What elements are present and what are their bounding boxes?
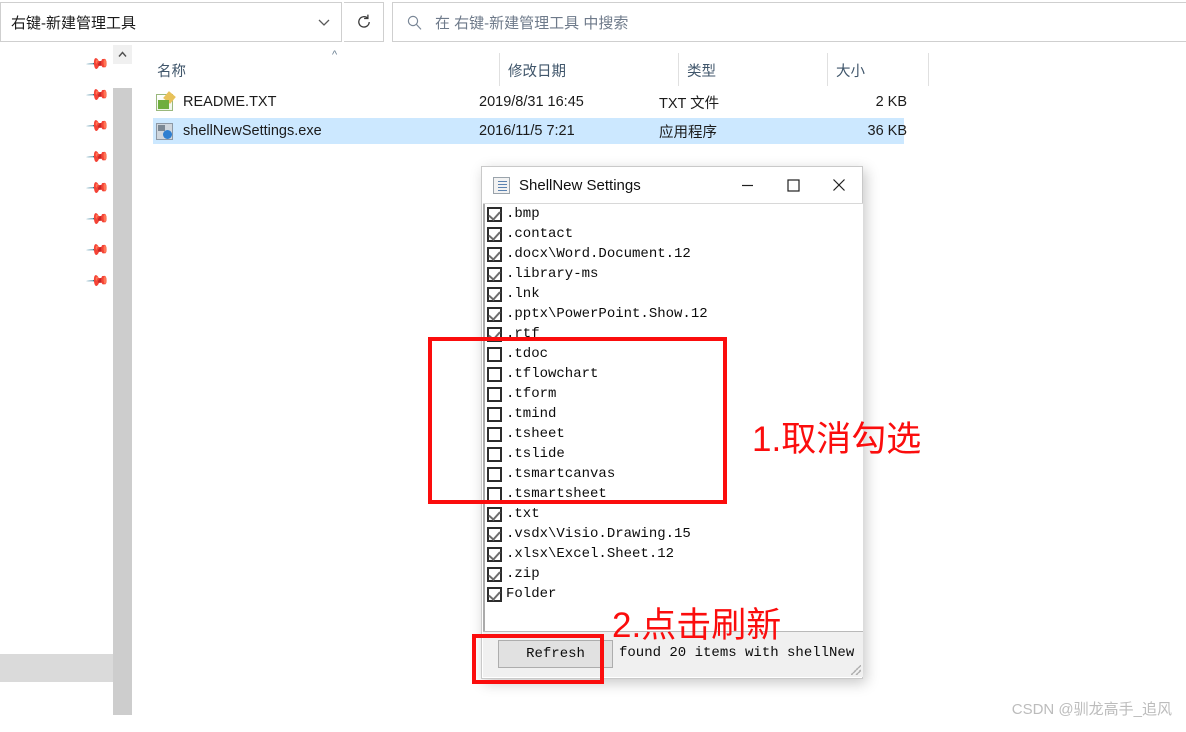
list-item-label: .bmp — [506, 206, 540, 222]
list-item[interactable]: .zip — [483, 564, 863, 584]
list-item-label: .xlsx\Excel.Sheet.12 — [506, 546, 675, 562]
file-date: 2016/11/5 7:21 — [479, 123, 575, 139]
file-type: 应用程序 — [659, 124, 717, 141]
shellnew-app-icon — [493, 176, 510, 194]
column-divider[interactable] — [928, 53, 929, 86]
watermark: CSDN @驯龙高手_追风 — [1011, 701, 1172, 718]
sort-ascending-icon: ^ — [332, 49, 338, 61]
column-header-date[interactable]: 修改日期 — [508, 60, 566, 81]
checkbox[interactable] — [487, 286, 502, 302]
list-item[interactable]: .txt — [483, 504, 863, 524]
checkbox[interactable] — [487, 526, 502, 542]
pin-icon[interactable]: 📌 — [85, 176, 110, 201]
list-item[interactable]: .lnk — [483, 284, 863, 304]
search-input[interactable]: 在 右键-新建管理工具 中搜索 — [392, 2, 1186, 42]
list-item[interactable]: .bmp — [483, 204, 863, 224]
close-icon[interactable] — [816, 167, 862, 203]
address-bar-text: 右键-新建管理工具 — [11, 14, 136, 32]
pin-icon[interactable]: 📌 — [85, 114, 110, 139]
list-item[interactable]: .xlsx\Excel.Sheet.12 — [483, 544, 863, 564]
list-item-label: Folder — [506, 586, 557, 602]
file-date: 2019/8/31 16:45 — [479, 94, 584, 110]
search-icon — [393, 3, 435, 41]
checkbox[interactable] — [487, 506, 502, 522]
annotation-label-step2: 2.点击刷新 — [612, 606, 782, 645]
column-divider[interactable] — [827, 53, 828, 86]
checkbox[interactable] — [487, 206, 502, 222]
column-header-name[interactable]: 名称 — [157, 60, 186, 81]
list-item-label: .docx\Word.Document.12 — [506, 246, 691, 262]
checkbox[interactable] — [487, 226, 502, 242]
column-divider[interactable] — [678, 53, 679, 86]
pin-icon[interactable]: 📌 — [85, 238, 110, 263]
nav-pane-scrollbar[interactable] — [113, 45, 132, 732]
list-item-label: .txt — [506, 506, 540, 522]
column-header-row: ^ 名称 修改日期 类型 大小 — [153, 49, 929, 86]
chevron-up-icon[interactable] — [113, 45, 132, 64]
refresh-icon[interactable] — [344, 2, 384, 42]
nav-pane-highlight-band — [0, 654, 113, 682]
address-bar[interactable]: 右键-新建管理工具 — [0, 2, 342, 42]
explorer-toolbar: 右键-新建管理工具 在 右键-新建管理工具 中搜索 — [0, 0, 1186, 44]
list-item-label: .pptx\PowerPoint.Show.12 — [506, 306, 708, 322]
checkbox[interactable] — [487, 566, 502, 582]
checkbox[interactable] — [487, 266, 502, 282]
pin-icon[interactable]: 📌 — [85, 207, 110, 232]
scrollbar-thumb[interactable] — [113, 88, 132, 715]
list-item[interactable]: .docx\Word.Document.12 — [483, 244, 863, 264]
checkbox[interactable] — [487, 246, 502, 262]
annotation-box-uncheck — [428, 337, 727, 504]
dialog-titlebar[interactable]: ShellNew Settings — [482, 167, 862, 203]
list-item-label: .contact — [506, 226, 574, 242]
file-size: 2 KB — [875, 94, 907, 110]
list-item[interactable]: .contact — [483, 224, 863, 244]
file-name: README.TXT — [183, 94, 277, 110]
column-divider[interactable] — [499, 53, 500, 86]
list-item-label: .vsdx\Visio.Drawing.15 — [506, 526, 691, 542]
resize-grip[interactable] — [851, 665, 861, 675]
pin-icon[interactable]: 📌 — [85, 145, 110, 170]
annotation-box-refresh — [472, 634, 604, 684]
list-item-label: .library-ms — [506, 266, 599, 282]
checkbox[interactable] — [487, 586, 502, 602]
pin-icon[interactable]: 📌 — [85, 269, 110, 294]
checkbox[interactable] — [487, 306, 502, 322]
column-header-size[interactable]: 大小 — [836, 60, 865, 81]
file-type: TXT 文件 — [659, 95, 720, 112]
list-item[interactable]: .pptx\PowerPoint.Show.12 — [483, 304, 863, 324]
table-row[interactable]: README.TXT 2019/8/31 16:45 TXT 文件 2 KB — [153, 89, 907, 115]
text-file-icon — [156, 93, 173, 111]
list-item[interactable]: .vsdx\Visio.Drawing.15 — [483, 524, 863, 544]
file-size: 36 KB — [867, 123, 908, 139]
file-name: shellNewSettings.exe — [183, 123, 322, 139]
table-row[interactable]: shellNewSettings.exe 2016/11/5 7:21 应用程序… — [153, 118, 908, 144]
search-placeholder-text: 在 右键-新建管理工具 中搜索 — [435, 14, 629, 32]
pin-icon[interactable]: 📌 — [85, 52, 110, 77]
chevron-down-icon[interactable] — [307, 3, 341, 41]
list-item-label: .zip — [506, 566, 540, 582]
pin-icon[interactable]: 📌 — [85, 83, 110, 108]
dialog-title: ShellNew Settings — [519, 176, 641, 194]
annotation-label-step1: 1.取消勾选 — [752, 420, 922, 459]
checkbox[interactable] — [487, 546, 502, 562]
minimize-icon[interactable] — [724, 167, 770, 203]
application-file-icon — [156, 122, 173, 140]
maximize-icon[interactable] — [770, 167, 816, 203]
list-item[interactable]: .library-ms — [483, 264, 863, 284]
list-item-label: .lnk — [506, 286, 540, 302]
navigation-pane: 📌 📌 📌 📌 📌 📌 📌 📌 — [0, 44, 113, 732]
column-header-type[interactable]: 类型 — [687, 60, 716, 81]
